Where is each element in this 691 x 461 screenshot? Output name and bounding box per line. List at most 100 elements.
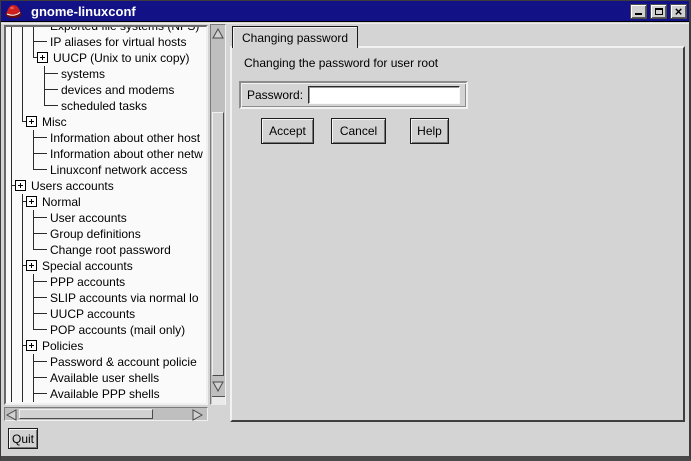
maximize-icon[interactable] [650, 4, 667, 19]
tree-guide-line [11, 66, 12, 82]
tree-row[interactable]: Exported file systems (NFS) [6, 27, 206, 34]
tree-item-label[interactable]: PPP accounts [50, 275, 125, 289]
tree-row[interactable]: Policies [6, 338, 206, 354]
tree-connector [33, 210, 34, 226]
expander-plus-icon[interactable] [26, 340, 37, 351]
tree-guide-line [11, 354, 12, 370]
tree-item-label[interactable]: IP aliases for virtual hosts [50, 35, 187, 49]
tree-guide-line [11, 27, 12, 34]
expander-plus-icon[interactable] [26, 116, 37, 127]
tree-row[interactable]: SLIP accounts via normal lo [6, 290, 206, 306]
expander-plus-icon[interactable] [26, 260, 37, 271]
tree-connector [33, 370, 34, 386]
tree-item-label[interactable]: Password & account policie [50, 355, 197, 369]
title-bar[interactable]: gnome-linuxconf × [1, 1, 689, 22]
tree-connector [44, 89, 58, 90]
tree-connector [33, 329, 47, 330]
tree-row[interactable]: Misc [6, 114, 206, 130]
tree-connector [33, 130, 34, 146]
tree-row[interactable]: Special accounts [6, 258, 206, 274]
tree-row[interactable]: Normal [6, 194, 206, 210]
horizontal-scrollbar-thumb[interactable] [19, 409, 153, 419]
client-top-highlight [1, 23, 689, 24]
changing-password-panel: Changing the password for user root Pass… [230, 46, 685, 422]
tree-item-label[interactable]: Information about other host [50, 131, 200, 145]
tree-connector [33, 233, 47, 234]
close-icon[interactable]: × [670, 4, 687, 19]
tree-row[interactable]: IP aliases for virtual hosts [6, 34, 206, 50]
tree-item-label[interactable]: Group definitions [50, 227, 141, 241]
tree-item-label[interactable]: Change root password [50, 243, 171, 257]
tree-item-label[interactable]: Available PPP shells [50, 387, 160, 401]
tree-row[interactable]: UUCP accounts [6, 306, 206, 322]
tree-item-label[interactable]: devices and modems [61, 83, 174, 97]
vertical-scrollbar[interactable] [210, 24, 226, 405]
tree-row[interactable]: Change root password [6, 242, 206, 258]
horizontal-scrollbar[interactable] [4, 407, 208, 421]
scroll-up-icon[interactable] [212, 27, 224, 45]
tree-guide-line [11, 242, 12, 258]
tree-row[interactable]: UUCP (Unix to unix copy) [6, 50, 206, 66]
tree-connector [33, 281, 47, 282]
tree-item-label[interactable]: SLIP accounts via normal lo [50, 291, 199, 305]
minimize-icon[interactable] [630, 4, 647, 19]
window-controls: × [630, 4, 687, 19]
password-input[interactable] [308, 86, 460, 104]
tree-item-label[interactable]: Linuxconf network access [50, 163, 187, 177]
expander-plus-icon[interactable] [15, 180, 26, 191]
tree-item-label[interactable]: UUCP (Unix to unix copy) [53, 51, 190, 65]
tree-row[interactable]: User accounts [6, 210, 206, 226]
tree-item-label[interactable]: systems [61, 67, 105, 81]
tree-guide-line [22, 306, 23, 322]
tree-connector [22, 194, 23, 210]
tree-row[interactable]: Group definitions [6, 226, 206, 242]
tree-row[interactable]: Information about other netw [6, 146, 206, 162]
tree-item-label[interactable]: Policies [42, 339, 83, 353]
scroll-right-icon[interactable] [191, 408, 203, 426]
tree-guide-line [11, 50, 12, 66]
quit-button[interactable]: Quit [8, 428, 38, 449]
tree-connector [33, 274, 34, 290]
tree-item-label[interactable]: POP accounts (mail only) [50, 323, 185, 337]
expander-plus-icon[interactable] [37, 52, 48, 63]
tree-item-label[interactable]: Exported file systems (NFS) [50, 27, 199, 33]
tree-row[interactable]: systems [6, 66, 206, 82]
tree-guide-line [11, 338, 12, 354]
tree-guide-line [11, 274, 12, 290]
tree-item-label[interactable]: Normal [42, 195, 81, 209]
tree-row[interactable]: devices and modems [6, 82, 206, 98]
tree-item-label[interactable]: Special accounts [42, 259, 133, 273]
accept-button[interactable]: Accept [261, 118, 314, 144]
tree-item-label[interactable]: Available user shells [50, 371, 159, 385]
tree-row[interactable]: Information about other host [6, 130, 206, 146]
tree-guide-line [22, 66, 23, 82]
tree-row[interactable]: Available PPP shells [6, 386, 206, 402]
expander-plus-icon[interactable] [26, 196, 37, 207]
tree-connector [33, 34, 34, 50]
tree-item-label[interactable]: User accounts [50, 211, 127, 225]
tree-guide-line [11, 114, 12, 130]
tree-row[interactable]: scheduled tasks [6, 98, 206, 114]
cancel-button[interactable]: Cancel [331, 118, 386, 144]
tree-row[interactable]: Users accounts [6, 178, 206, 194]
tree-guide-line [11, 82, 12, 98]
tree-connector [33, 137, 47, 138]
tree-guide-line [22, 242, 23, 258]
tree-row[interactable]: Password & account policie [6, 354, 206, 370]
tree-item-label[interactable]: scheduled tasks [61, 99, 147, 113]
help-button[interactable]: Help [410, 118, 449, 144]
scroll-down-icon[interactable] [212, 379, 224, 397]
tree-row[interactable]: POP accounts (mail only) [6, 322, 206, 338]
tree-row[interactable]: Available user shells [6, 370, 206, 386]
tree-item-label[interactable]: Misc [42, 115, 67, 129]
tree-row[interactable]: PPP accounts [6, 274, 206, 290]
tree-item-label[interactable]: Information about other netw [50, 147, 203, 161]
scroll-left-icon[interactable] [6, 408, 18, 426]
tab-changing-password[interactable]: Changing password [232, 26, 358, 48]
tree-item-label[interactable]: UUCP accounts [50, 307, 135, 321]
tree-connector [33, 249, 47, 250]
vertical-scrollbar-thumb[interactable] [212, 112, 224, 376]
tree-connector [33, 354, 34, 370]
tree-item-label[interactable]: Users accounts [31, 179, 114, 193]
tree-row[interactable]: Linuxconf network access [6, 162, 206, 178]
